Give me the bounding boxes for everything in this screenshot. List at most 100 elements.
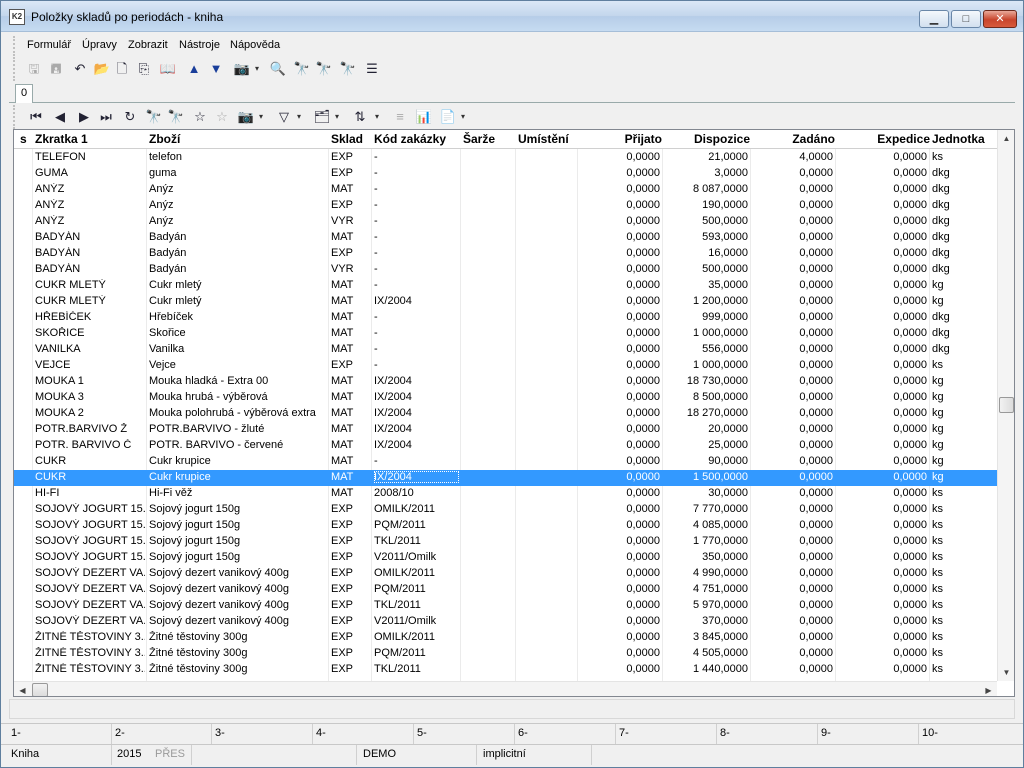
table-row[interactable]: MOUKA 1 Mouka hladká - Extra 00 MAT IX/2004…	[14, 374, 997, 390]
table-row[interactable]: POTR. BARVIVO Č POTR. BARVIVO - červené MA…	[14, 438, 997, 454]
scroll-right-icon[interactable]: ▶	[980, 682, 997, 696]
tab-0[interactable]: 0	[15, 84, 33, 103]
columns-dropdown-icon[interactable]: ▾	[335, 108, 343, 126]
next-record-icon[interactable]: ▶	[75, 108, 93, 126]
fkey-1[interactable]: 1-	[11, 727, 21, 739]
prev-record-icon[interactable]: ◀	[51, 108, 69, 126]
table-row[interactable]: VANILKA Vanilka MAT - 0,0000 556,0000 0,0000 0,…	[14, 342, 997, 358]
fkey-9[interactable]: 9-	[821, 727, 831, 739]
menu-formular[interactable]: Formulář	[27, 39, 71, 51]
snapshot-icon[interactable]: 📷	[237, 108, 255, 126]
list-icon[interactable]: ≡	[391, 108, 409, 126]
menu-upravy[interactable]: Úpravy	[82, 39, 117, 51]
copy-icon[interactable]: ⎘	[135, 60, 153, 78]
table-row[interactable]: POTR.BARVIVO Ž POTR.BARVIVO - žluté MAT IX/…	[14, 422, 997, 438]
star-remove-icon[interactable]: ☆	[213, 108, 231, 126]
fkey-5[interactable]: 5-	[417, 727, 427, 739]
table-row[interactable]: ŽITNÉ TĚSTOVINY 3... Žitné těstoviny 300g…	[14, 662, 997, 678]
table-row[interactable]: CUKR MLETÝ Cukr mletý MAT - 0,0000 35,0000 0,0…	[14, 278, 997, 294]
col-header-expedice[interactable]: Expedice	[837, 132, 930, 146]
binoculars-icon[interactable]: 🔭	[293, 60, 311, 78]
sort-icon[interactable]: ⇅	[351, 108, 369, 126]
new-document-icon[interactable]: 🗋	[113, 60, 131, 78]
table-row[interactable]: SOJOVÝ JOGURT 15... Sojový jogurt 150g EXP…	[14, 550, 997, 566]
table-row[interactable]: TELEFON telefon EXP - 0,0000 21,0000 4,0000 0,0…	[14, 150, 997, 166]
table-row[interactable]: ŽITNÉ TĚSTOVINY 3... Žitné těstoviny 300g…	[14, 630, 997, 646]
col-header-sarze[interactable]: Šarže	[463, 132, 495, 146]
horizontal-scrollbar[interactable]: ◀ ▶	[14, 681, 997, 696]
table-row[interactable]: BADYÁN Badyán VYR - 0,0000 500,0000 0,0000 0,00…	[14, 262, 997, 278]
fkey-3[interactable]: 3-	[215, 727, 225, 739]
fkey-6[interactable]: 6-	[518, 727, 528, 739]
refresh-icon[interactable]: ↻	[121, 108, 139, 126]
menu-zobrazit[interactable]: Zobrazit	[128, 39, 168, 51]
camera-dropdown-icon[interactable]: ▾	[255, 60, 263, 78]
filter-dropdown-icon[interactable]: ▾	[297, 108, 305, 126]
camera-icon[interactable]: 📷	[233, 60, 251, 78]
scroll-up-icon[interactable]: ▲	[998, 130, 1014, 147]
title-bar[interactable]: K2 Položky skladů po periodách - kniha ▁…	[1, 1, 1023, 32]
arrow-up-icon[interactable]: ▲	[185, 60, 203, 78]
table-row[interactable]: BADYÁN Badyán MAT - 0,0000 593,0000 0,0000 0,00…	[14, 230, 997, 246]
col-header-sklad[interactable]: Sklad	[331, 132, 363, 146]
open-folder-icon[interactable]: 📂	[93, 60, 111, 78]
scroll-left-icon[interactable]: ◀	[14, 682, 31, 696]
fkey-4[interactable]: 4-	[316, 727, 326, 739]
find-icon[interactable]: 🔭	[145, 108, 163, 126]
menu-nastroje[interactable]: Nástroje	[179, 39, 220, 51]
scroll-down-icon[interactable]: ▼	[998, 664, 1014, 681]
table-row[interactable]: BADYÁN Badyán EXP - 0,0000 16,0000 0,0000 0,000…	[14, 246, 997, 262]
col-header-zbozi[interactable]: Zboží	[149, 132, 180, 146]
col-header-kod-zakazky[interactable]: Kód zakázky	[374, 132, 446, 146]
table-row[interactable]: VEJCE Vejce EXP - 0,0000 1 000,0000 0,0000 0,00…	[14, 358, 997, 374]
table-row[interactable]: ANÝZ Anýz VYR - 0,0000 500,0000 0,0000 0,0000 dk…	[14, 214, 997, 230]
fkey-10[interactable]: 10-	[922, 727, 938, 739]
table-row[interactable]: GUMA guma EXP - 0,0000 3,0000 0,0000 0,0000 dkg	[14, 166, 997, 182]
snapshot-dropdown-icon[interactable]: ▾	[259, 108, 267, 126]
save-icon[interactable]: 🖫	[25, 60, 43, 78]
minimize-button[interactable]: ▁	[919, 10, 949, 28]
fkey-2[interactable]: 2-	[115, 727, 125, 739]
col-header-zadano[interactable]: Zadáno	[752, 132, 835, 146]
table-row[interactable]: SOJOVÝ JOGURT 15... Sojový jogurt 150g EXP…	[14, 534, 997, 550]
binoculars-all-icon[interactable]: 🔭	[339, 60, 357, 78]
search-green-icon[interactable]: 🔍	[269, 60, 287, 78]
hscroll-thumb[interactable]	[32, 683, 48, 696]
book-icon[interactable]: 📖	[159, 60, 177, 78]
table-row[interactable]: ANÝZ Anýz EXP - 0,0000 190,0000 0,0000 0,0000 dk…	[14, 198, 997, 214]
table-row[interactable]: HŘEBÍČEK Hřebíček MAT - 0,0000 999,0000 0,0000…	[14, 310, 997, 326]
table-row[interactable]: ANÝZ Anýz MAT - 0,0000 8 087,0000 0,0000 0,0000…	[14, 182, 997, 198]
report-icon[interactable]: 📄	[439, 108, 457, 126]
vertical-scrollbar[interactable]: ▲ ▼	[997, 130, 1014, 681]
arrow-down-icon[interactable]: ▼	[207, 60, 225, 78]
binoculars-next-icon[interactable]: 🔭	[315, 60, 333, 78]
table-row[interactable]: CUKR Cukr krupice MAT IX/2004 0,0000 1 500,00…	[14, 470, 997, 486]
table-row[interactable]: SOJOVÝ DEZERT VA... Sojový dezert vanikov…	[14, 598, 997, 614]
table-row[interactable]: MOUKA 3 Mouka hrubá - výběrová MAT IX/2004 0…	[14, 390, 997, 406]
table-row[interactable]: CUKR MLETÝ Cukr mletý MAT IX/2004 0,0000 1 20…	[14, 294, 997, 310]
scroll-thumb[interactable]	[999, 397, 1014, 413]
col-header-prijato[interactable]: Přijato	[580, 132, 662, 146]
col-header-zkratka[interactable]: Zkratka 1	[35, 132, 88, 146]
columns-icon[interactable]: 🗂	[313, 108, 331, 126]
menu-lines-icon[interactable]: ☰	[363, 60, 381, 78]
find-next-icon[interactable]: 🔭	[167, 108, 185, 126]
table-row[interactable]: MOUKA 2 Mouka polohrubá - výběrová extra M…	[14, 406, 997, 422]
report-dropdown-icon[interactable]: ▾	[461, 108, 469, 126]
table-row[interactable]: ŽITNÉ TĚSTOVINY 3... Žitné těstoviny 300g…	[14, 646, 997, 662]
fkey-7[interactable]: 7-	[619, 727, 629, 739]
table-row[interactable]: SOJOVÝ JOGURT 15... Sojový jogurt 150g EXP…	[14, 502, 997, 518]
first-record-icon[interactable]: ⏮	[27, 108, 45, 126]
close-button[interactable]: ✕	[983, 10, 1017, 28]
fkey-8[interactable]: 8-	[720, 727, 730, 739]
col-header-s[interactable]: s	[20, 132, 27, 146]
export-excel-icon[interactable]: 📊	[415, 108, 433, 126]
table-row[interactable]: SOJOVÝ DEZERT VA... Sojový dezert vanikov…	[14, 566, 997, 582]
col-header-dispozice[interactable]: Dispozice	[664, 132, 750, 146]
table-row[interactable]: HI-FI Hi-Fi věž MAT 2008/10 0,0000 30,0000 0,0…	[14, 486, 997, 502]
menu-napoveda[interactable]: Nápověda	[230, 39, 280, 51]
filter-icon[interactable]: ▽	[275, 108, 293, 126]
table-row[interactable]: SOJOVÝ DEZERT VA... Sojový dezert vanikov…	[14, 614, 997, 630]
table-row[interactable]: CUKR Cukr krupice MAT - 0,0000 90,0000 0,0000 0…	[14, 454, 997, 470]
maximize-button[interactable]: □	[951, 10, 981, 28]
